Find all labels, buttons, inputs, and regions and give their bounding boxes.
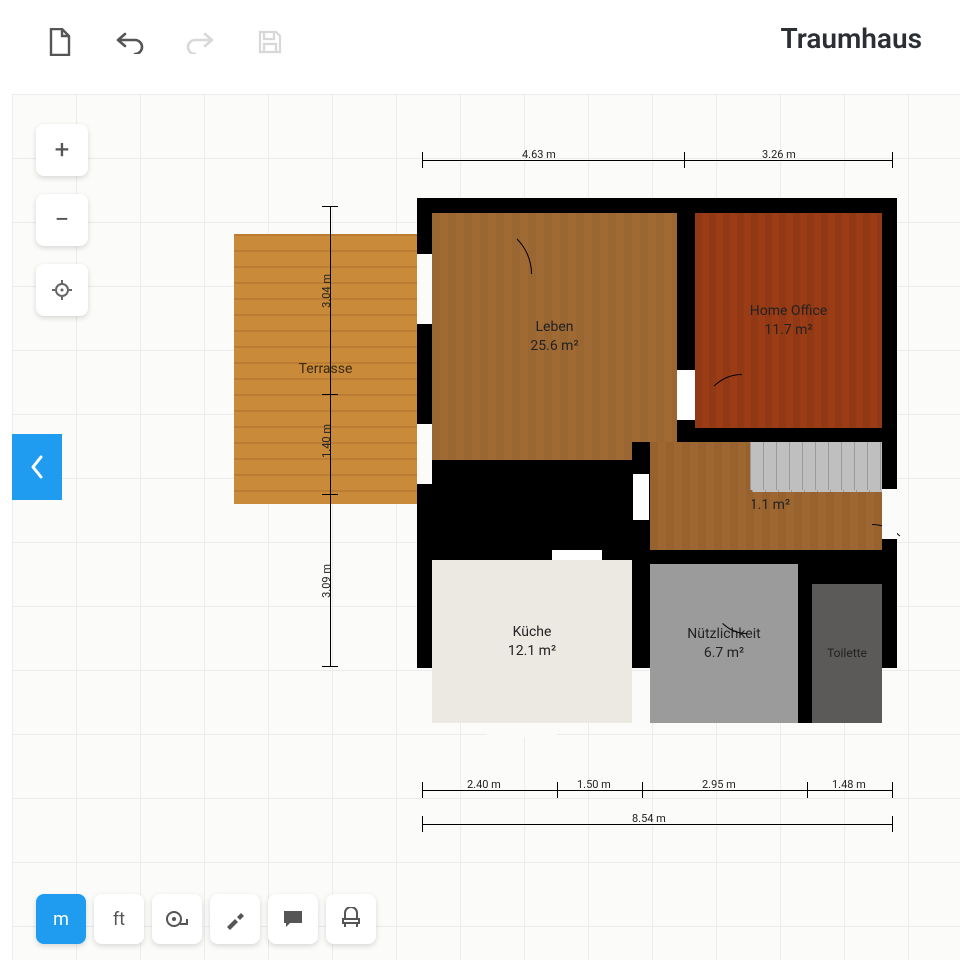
dim-label: 4.63 m	[522, 148, 556, 161]
build-button[interactable]	[210, 894, 260, 944]
room-area: 25.6 m²	[530, 337, 578, 355]
dim-label: 2.40 m	[467, 778, 501, 791]
new-file-button[interactable]	[40, 22, 80, 62]
wall	[432, 550, 650, 560]
room-utility[interactable]: Nützlichkeit 6.7 m²	[650, 564, 798, 723]
undo-icon	[115, 30, 145, 54]
wall	[798, 564, 812, 723]
room-label: Nützlichkeit	[687, 625, 760, 643]
window	[417, 424, 432, 484]
room-area: 11.7 m²	[764, 321, 812, 339]
opening	[552, 550, 602, 560]
dim-tick	[642, 782, 643, 798]
dim-tick	[892, 816, 893, 832]
room-hall-extend	[650, 474, 752, 550]
room-label: Terrasse	[299, 361, 353, 377]
dim-tick	[422, 152, 423, 168]
hammer-icon	[223, 907, 247, 931]
room-living[interactable]: Leben 25.6 m²	[432, 213, 677, 460]
file-icon	[48, 28, 72, 56]
stairs[interactable]	[750, 442, 882, 490]
opening	[633, 474, 649, 520]
canvas[interactable]: + − Terrasse Leben 25.6 m² Home Office 1…	[12, 94, 960, 960]
dim-tick	[892, 152, 893, 168]
dim-label: 1.50 m	[577, 778, 611, 791]
chair-icon	[339, 907, 363, 931]
dim-label: 8.54 m	[632, 812, 666, 825]
room-label: Küche	[513, 623, 552, 641]
room-label: Toilette	[827, 646, 867, 662]
furniture-button[interactable]	[326, 894, 376, 944]
dim-label: 1.40 m	[320, 424, 333, 458]
dim-tick	[684, 152, 685, 168]
comment-icon	[281, 907, 305, 931]
dim-tick	[322, 206, 338, 207]
units-imperial-button[interactable]: ft	[94, 894, 144, 944]
project-title[interactable]: Traumhaus	[780, 22, 922, 55]
undo-button[interactable]	[110, 22, 150, 62]
wall	[677, 428, 882, 442]
save-button[interactable]	[250, 22, 290, 62]
dim-label: 2.95 m	[702, 778, 736, 791]
dim-tick	[422, 816, 423, 832]
dim-label: 3.09 m	[320, 564, 333, 598]
redo-icon	[185, 30, 215, 54]
room-area: 6.7 m²	[704, 644, 744, 662]
wall	[650, 550, 882, 564]
dim-tick	[892, 782, 893, 798]
dim-tick	[322, 666, 338, 667]
room-toilet[interactable]: Toilette	[812, 584, 882, 723]
room-label: Leben	[536, 318, 574, 336]
units-metric-button[interactable]: m	[36, 894, 86, 944]
dim-label: 3.04 m	[320, 274, 333, 308]
window	[882, 489, 897, 539]
redo-button[interactable]	[180, 22, 220, 62]
measure-button[interactable]	[152, 894, 202, 944]
dim-tick	[322, 494, 338, 495]
tape-icon	[165, 907, 189, 931]
floor-plan[interactable]: Terrasse Leben 25.6 m² Home Office 11.7 …	[12, 94, 960, 960]
dim-tick	[807, 782, 808, 798]
dim-tick	[557, 782, 558, 798]
opening	[677, 370, 695, 420]
top-toolbar: Traumhaus	[0, 0, 960, 84]
comment-button[interactable]	[268, 894, 318, 944]
dim-tick	[322, 394, 338, 395]
label: ft	[113, 909, 125, 930]
room-label: Home Office	[750, 302, 827, 320]
dim-line	[422, 160, 892, 161]
bottom-toolbar: m ft	[36, 894, 376, 944]
save-icon	[257, 29, 283, 55]
label: m	[53, 909, 69, 930]
window	[487, 723, 557, 738]
room-kitchen[interactable]: Küche 12.1 m²	[432, 560, 632, 723]
dim-label: 1.48 m	[832, 778, 866, 791]
dim-tick	[422, 782, 423, 798]
window	[417, 254, 432, 324]
wall	[812, 564, 882, 584]
room-area: 12.1 m²	[508, 642, 556, 660]
dim-label: 3.26 m	[762, 148, 796, 161]
